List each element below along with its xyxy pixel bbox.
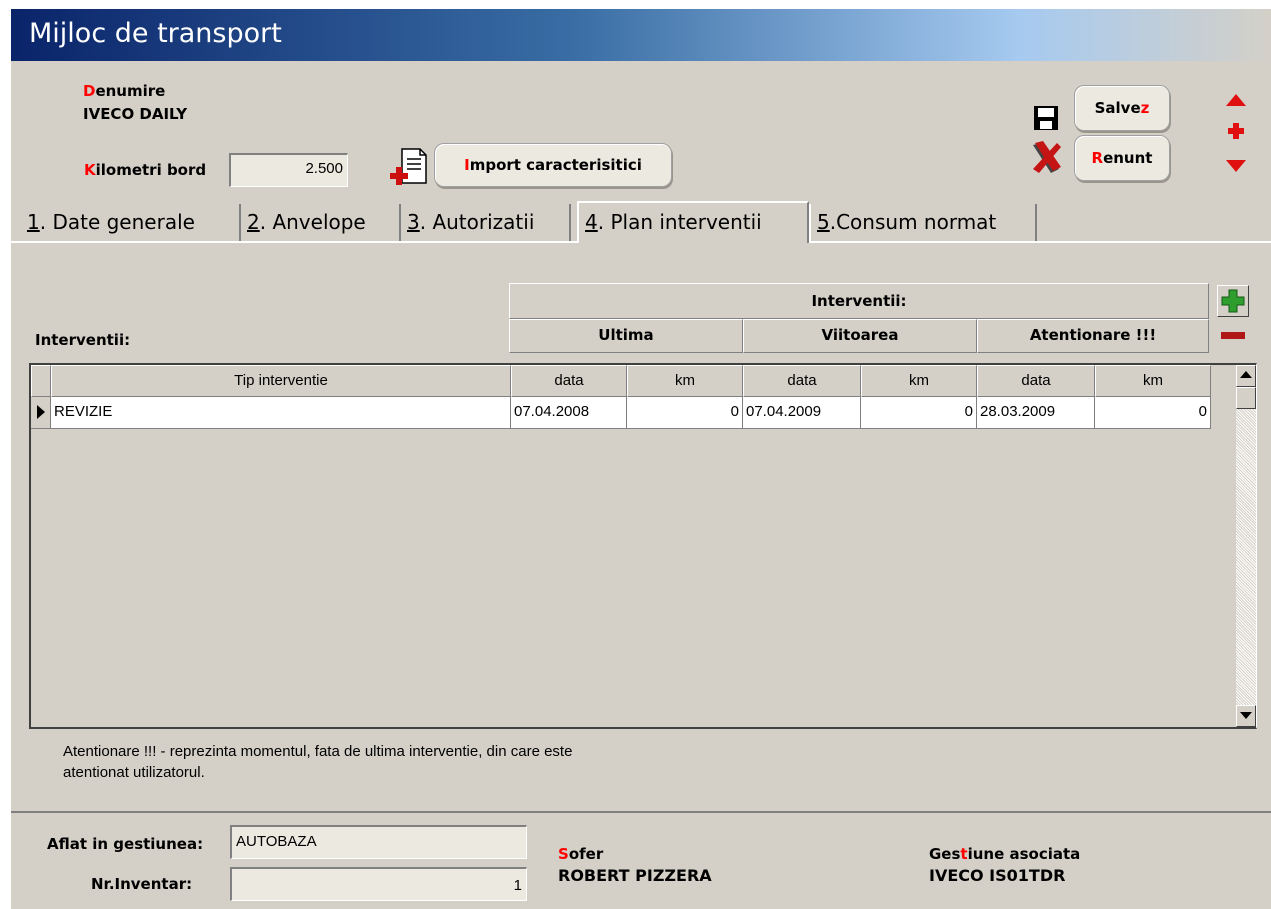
ultima-header: Ultima [509, 319, 743, 353]
cell-atentionare-data[interactable]: 28.03.2009 [977, 397, 1095, 429]
gestiune-field[interactable]: AUTOBAZA [230, 825, 527, 859]
plus-icon[interactable] [1228, 123, 1244, 139]
gestiune-asociata-value: IVECO IS01TDR [929, 866, 1066, 885]
arrow-down-icon[interactable] [1226, 159, 1246, 172]
column-header-atentionare-data[interactable]: data [977, 365, 1095, 397]
cell-ultima-data[interactable]: 07.04.2008 [511, 397, 627, 429]
column-header-ultima-data[interactable]: data [511, 365, 627, 397]
kilometri-bord-label: Kilometri bord [84, 161, 207, 179]
interventii-table[interactable]: Tip interventie data km data km data km … [29, 363, 1257, 729]
tab-anvelope[interactable]: 2. Anvelope [241, 204, 401, 242]
cell-viitoarea-data[interactable]: 07.04.2009 [743, 397, 861, 429]
main-window: Mijloc de transport Denumire IVECO DAILY… [10, 8, 1271, 909]
sofer-value: ROBERT PIZZERA [558, 866, 712, 885]
scroll-up-button[interactable] [1236, 365, 1256, 387]
save-button[interactable]: Salvez [1074, 85, 1170, 131]
kilometri-bord-field[interactable]: 2.500 [229, 153, 348, 187]
cancel-button[interactable]: Renunt [1074, 135, 1170, 181]
tab-date-generale[interactable]: 1. Date generale [21, 204, 241, 242]
viitoarea-header: Viitoarea [743, 319, 977, 353]
gestiune-asociata-label: Gestiune asociata [929, 845, 1081, 863]
aflat-in-gestiunea-label: Aflat in gestiunea: [47, 835, 204, 853]
nr-inventar-label: Nr.Inventar: [91, 875, 193, 893]
interventii-section-label: Interventii: [35, 331, 131, 349]
window-title: Mijloc de transport [29, 18, 282, 49]
current-row-indicator-icon [31, 397, 51, 429]
scroll-down-icon [1240, 712, 1252, 719]
interventii-group-header: Interventii: [509, 283, 1209, 319]
atentionare-header: Atentionare !!! [977, 319, 1209, 353]
tab-plan-interventii[interactable]: 4. Plan interventii [577, 201, 809, 243]
vertical-scrollbar[interactable] [1236, 365, 1256, 727]
column-header-ultima-km[interactable]: km [627, 365, 743, 397]
sofer-label: Sofer [558, 845, 604, 863]
scroll-down-button[interactable] [1236, 705, 1256, 727]
tab-consum-normat[interactable]: 5.Consum normat [809, 204, 1037, 242]
add-icon [1221, 289, 1245, 313]
cell-viitoarea-km[interactable]: 0 [861, 397, 977, 429]
add-row-button[interactable] [1217, 285, 1249, 317]
nr-inventar-field[interactable]: 1 [230, 867, 527, 901]
title-bar[interactable]: Mijloc de transport [11, 9, 1271, 61]
arrow-up-icon[interactable] [1226, 93, 1246, 106]
cell-ultima-km[interactable]: 0 [627, 397, 743, 429]
remove-row-icon[interactable] [1221, 332, 1245, 339]
denumire-value: IVECO DAILY [83, 105, 188, 123]
cell-atentionare-km[interactable]: 0 [1095, 397, 1211, 429]
column-header-viitoarea-km[interactable]: km [861, 365, 977, 397]
scroll-up-icon [1240, 371, 1252, 378]
column-header-tip[interactable]: Tip interventie [51, 365, 511, 397]
cell-tip-interventie[interactable]: REVIZIE [51, 397, 511, 429]
column-header-viitoarea-data[interactable]: data [743, 365, 861, 397]
floppy-disk-icon [1033, 105, 1059, 131]
scroll-thumb[interactable] [1236, 387, 1256, 409]
cancel-x-icon [1029, 139, 1063, 177]
import-caracteristici-button[interactable]: Import caracterisitici [434, 143, 672, 187]
tab-autorizatii[interactable]: 3. Autorizatii [401, 204, 571, 242]
column-header-atentionare-km[interactable]: km [1095, 365, 1211, 397]
import-document-icon[interactable] [388, 147, 428, 187]
denumire-label: Denumire [83, 82, 166, 100]
atentionare-note: Atentionare !!! - reprezinta momentul, f… [63, 743, 573, 781]
row-indicator-header [31, 365, 51, 397]
